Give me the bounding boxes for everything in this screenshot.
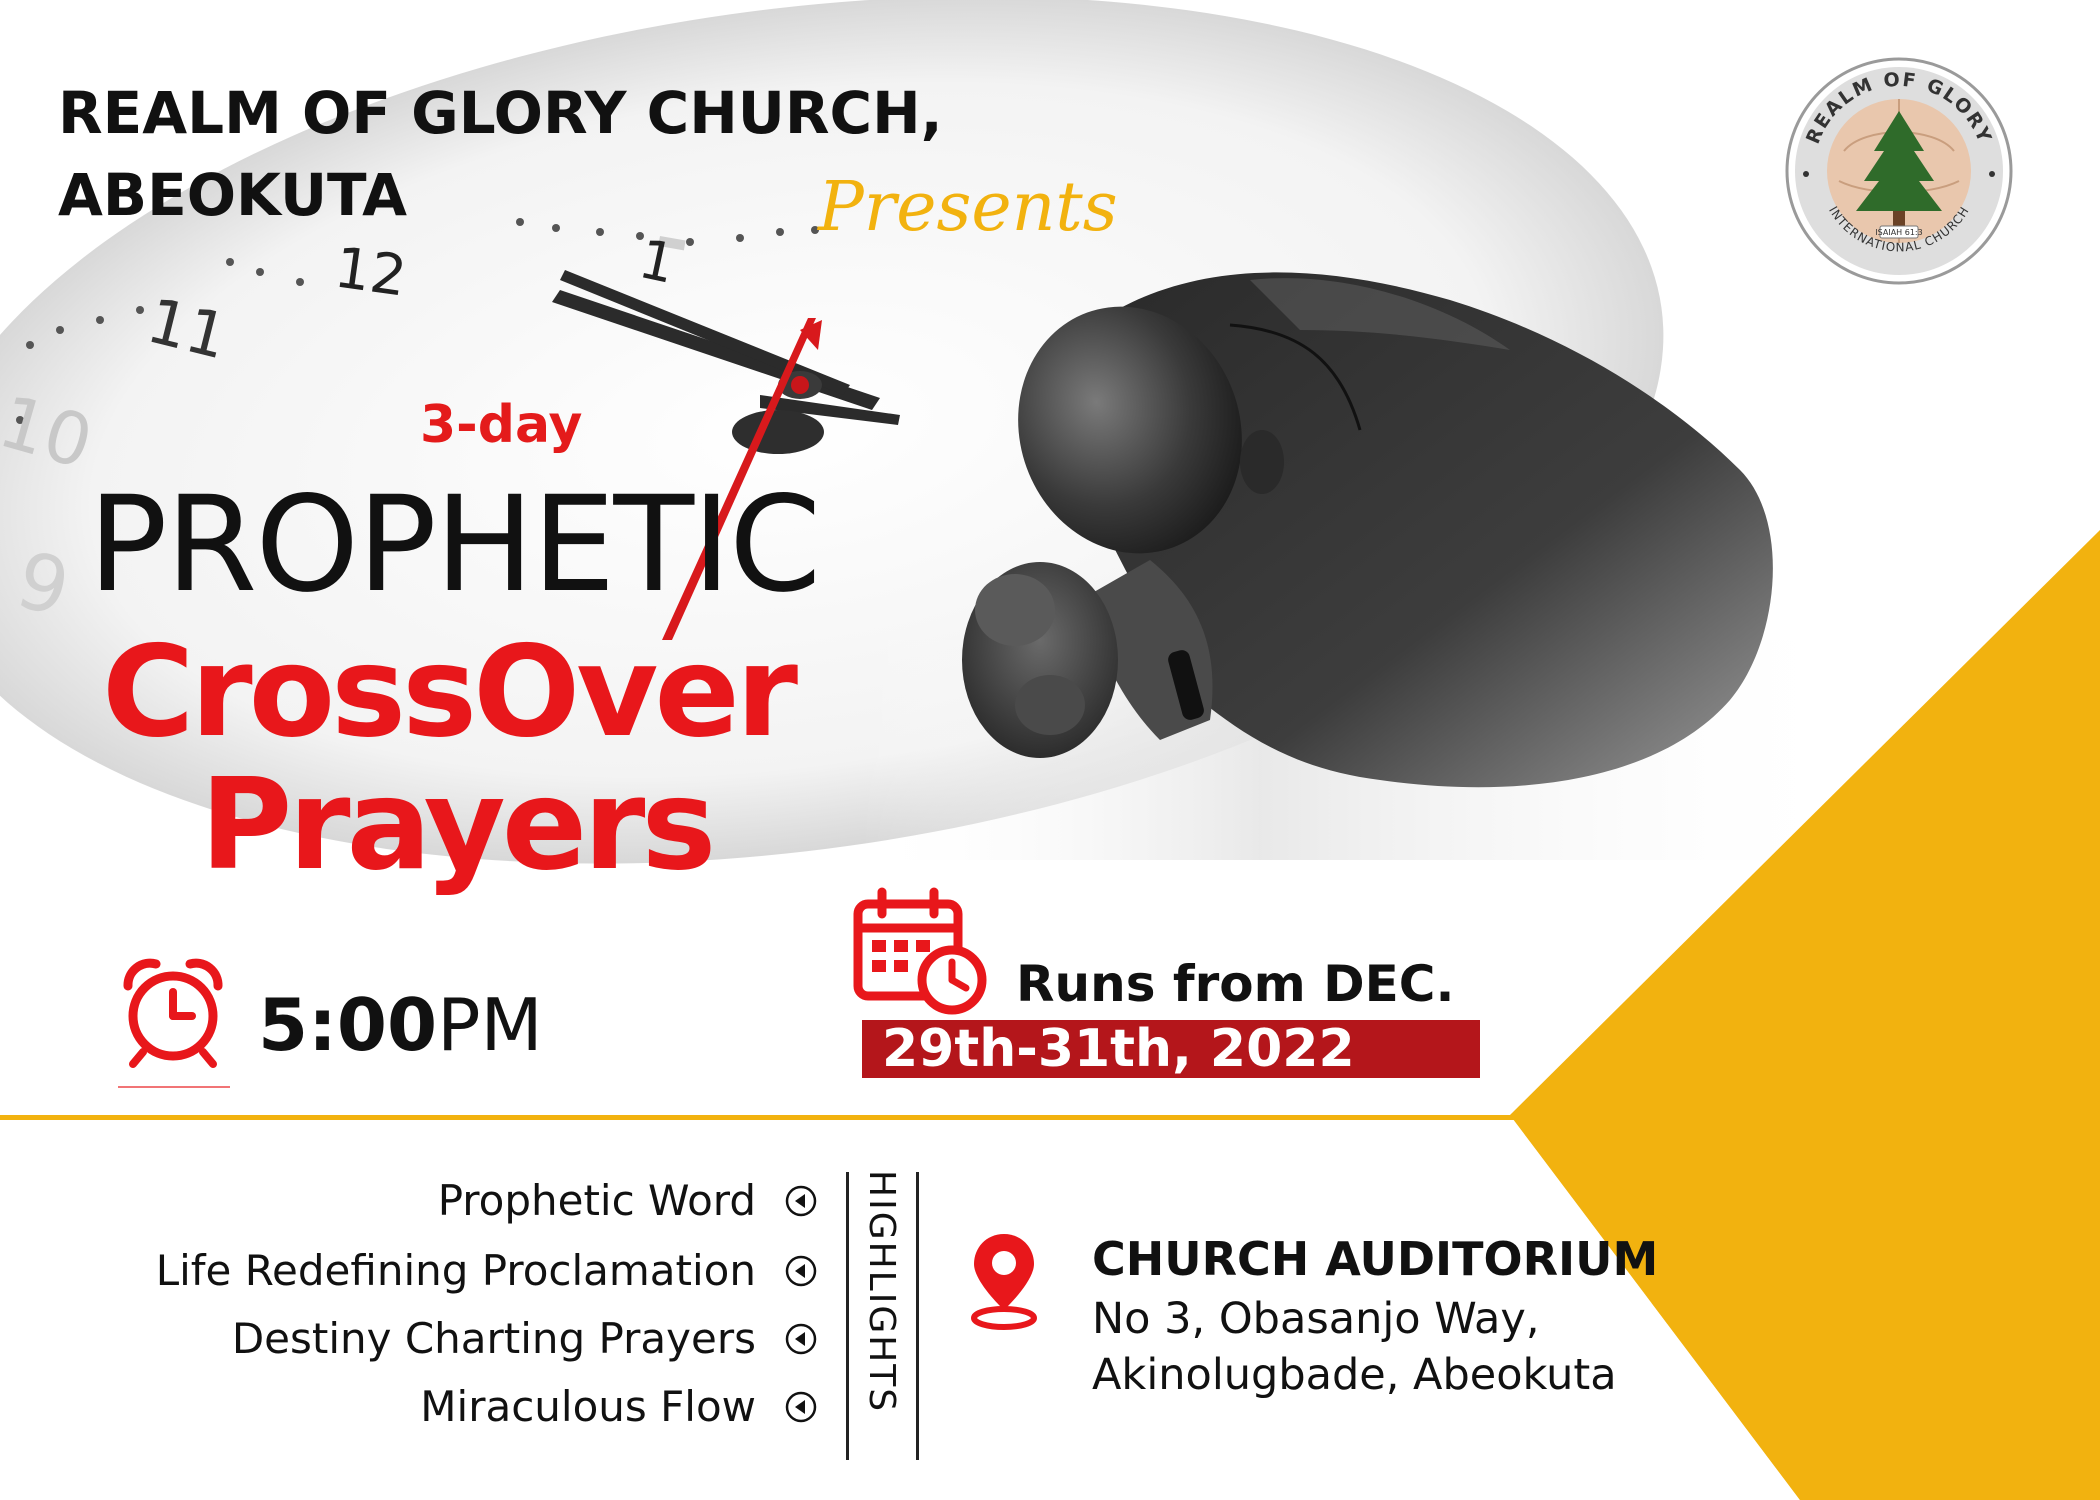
highlight-item: Prophetic Word — [438, 1176, 818, 1225]
church-name-line1: REALM OF GLORY CHURCH, — [58, 79, 943, 147]
highlights-divider-right — [916, 1172, 919, 1460]
map-pin-icon — [971, 1234, 1037, 1330]
venue-address-line1: No 3, Obasanjo Way, — [1092, 1294, 1540, 1344]
event-time-value: 5:00 — [258, 983, 438, 1067]
logo-scripture: ISAIAH 61:3 — [1875, 228, 1922, 237]
event-time: 5:00PM — [258, 983, 543, 1067]
alarm-clock-icon — [123, 958, 223, 1068]
event-duration: 3-day — [420, 395, 583, 455]
event-time-suffix: PM — [437, 983, 543, 1067]
gold-divider-line — [0, 1115, 1520, 1120]
venue-address-line2: Akinolugbade, Abeokuta — [1092, 1350, 1617, 1400]
runs-from-label: Runs from DEC. — [1016, 955, 1455, 1013]
highlight-item-label: Destiny Charting Prayers — [231, 1314, 756, 1363]
highlights-label: HIGHLIGHTS — [861, 1170, 902, 1414]
highlight-item: Destiny Charting Prayers — [232, 1314, 818, 1363]
chevron-left-circle-icon — [785, 1323, 817, 1354]
church-name-line2: ABEOKUTA — [58, 161, 407, 229]
highlight-item-label: Prophetic Word — [437, 1176, 756, 1225]
clock-numeral-12: 12 — [330, 235, 411, 310]
title-prayers: Prayers — [200, 751, 716, 898]
calendar-clock-icon — [853, 887, 987, 1015]
venue-name: CHURCH AUDITORIUM — [1092, 1232, 1659, 1286]
highlight-item: Miraculous Flow — [420, 1382, 818, 1431]
chevron-left-circle-icon — [785, 1391, 817, 1422]
presents-script: Presents — [818, 168, 1118, 247]
date-range: 29th-31th, 2022 — [862, 1020, 1480, 1078]
church-logo: ISAIAH 61:3 REALM OF GLORY INTERNATIONAL… — [1785, 57, 2013, 285]
flyer: 12 11 10 9 1 REALM OF GLORY CHURCH, ABEO… — [0, 0, 2100, 1500]
title-crossover: CrossOver — [102, 618, 798, 765]
highlight-item: Life Redefining Proclamation — [156, 1246, 818, 1295]
church-name: REALM OF GLORY CHURCH, ABEOKUTA — [58, 72, 943, 236]
chevron-left-circle-icon — [785, 1185, 817, 1216]
highlight-item-label: Life Redefining Proclamation — [155, 1246, 756, 1295]
highlight-item-label: Miraculous Flow — [420, 1382, 756, 1431]
title-prophetic: PROPHETIC — [88, 468, 821, 622]
chevron-left-circle-icon — [785, 1255, 817, 1286]
highlights-divider-left — [846, 1172, 849, 1460]
